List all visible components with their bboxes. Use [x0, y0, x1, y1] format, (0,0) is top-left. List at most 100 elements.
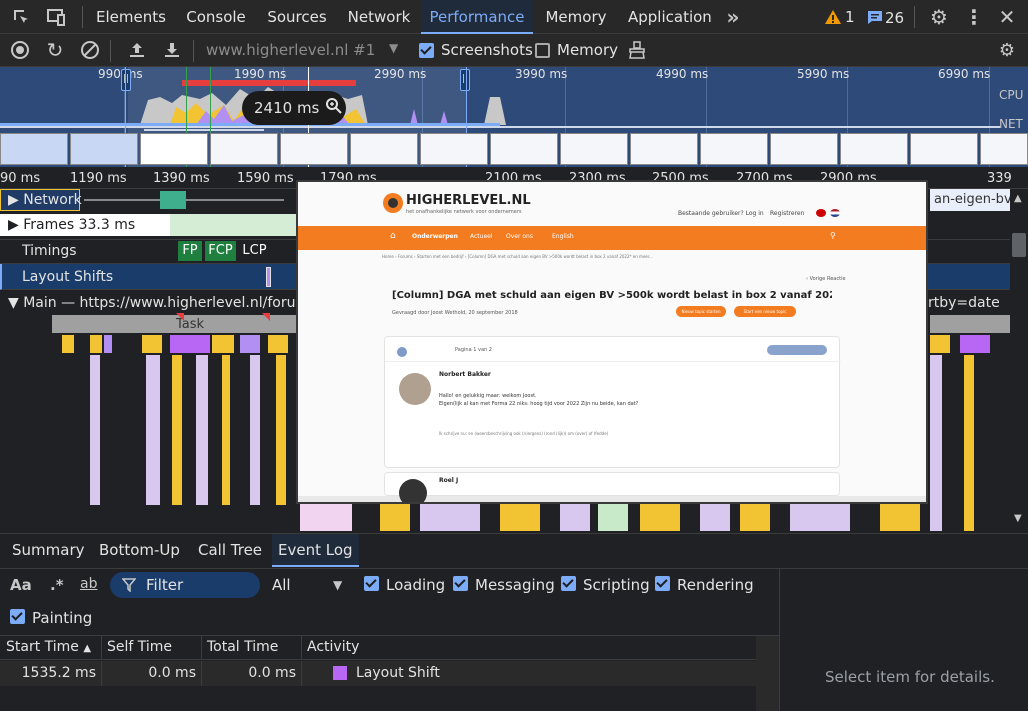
col-activity[interactable]: Activity [307, 639, 359, 655]
scroll-down-icon[interactable]: ▼ [1014, 513, 1022, 524]
settings-gear-icon[interactable]: ⚙ [928, 5, 950, 29]
chevron-down-icon[interactable]: ▼ [389, 41, 398, 55]
reload-icon[interactable]: ↻ [44, 38, 66, 62]
category-select-chevron-icon[interactable]: ▼ [333, 578, 342, 592]
tab-performance[interactable]: Performance [421, 0, 533, 34]
nav-over-ons[interactable]: Over ons [506, 233, 533, 240]
clear-icon[interactable] [79, 39, 101, 61]
tab-console[interactable]: Console [184, 0, 248, 34]
flag-uk-icon[interactable] [816, 209, 826, 217]
login-link[interactable]: Bestaande gebruiker? Log in [678, 210, 764, 217]
layout-shift-marker[interactable] [266, 267, 271, 287]
loading-checkbox[interactable] [364, 576, 379, 591]
messaging-checkbox[interactable] [453, 576, 468, 591]
nav-onderwerpen[interactable]: Onderwerpen [412, 233, 458, 240]
divider [193, 40, 194, 62]
tab-sources[interactable]: Sources [266, 0, 328, 34]
scroll-thumb[interactable] [1012, 233, 1026, 257]
download-icon[interactable] [161, 39, 183, 61]
selection-right-handle[interactable]: || [460, 69, 470, 91]
recording-select[interactable]: www.higherlevel.nl #1 [206, 41, 375, 59]
loading-label: Loading [386, 576, 446, 594]
post-card: Pagina 1 van 2 Norbert Bakker Hallo! en … [384, 336, 841, 468]
lcp-marker[interactable]: LCP [239, 241, 270, 261]
tab-bottom-up[interactable]: Bottom-Up [99, 534, 180, 567]
row-total-time: 0.0 ms [248, 665, 296, 681]
main-thread-url: Main — https://www.higherlevel.nl/forums… [23, 295, 336, 311]
hover-time: 2410 ms [254, 99, 320, 117]
whole-word-icon[interactable]: ab [80, 576, 97, 592]
tab-memory[interactable]: Memory [545, 0, 607, 34]
selection-left-handle[interactable]: || [121, 69, 131, 91]
tab-call-tree[interactable]: Call Tree [198, 534, 262, 567]
record-icon[interactable] [9, 39, 31, 61]
category-select[interactable]: All [272, 576, 291, 594]
divider [82, 6, 83, 28]
sort-ascending-icon: ▲ [83, 643, 92, 654]
table-scrollbar[interactable] [756, 636, 779, 711]
tab-summary[interactable]: Summary [12, 534, 85, 567]
back-link[interactable]: ‹ Vorige Reactie [806, 276, 846, 282]
capture-settings-gear-icon[interactable]: ⚙ [996, 39, 1018, 61]
tab-elements[interactable]: Elements [96, 0, 166, 34]
zoom-in-icon[interactable] [325, 97, 343, 119]
divider [110, 40, 111, 62]
cpu-activity-chart [0, 80, 1000, 131]
more-tabs-button[interactable]: » [722, 0, 744, 34]
col-start-time-label: Start Time [6, 639, 79, 655]
post-avatar [399, 373, 431, 405]
site-search-icon[interactable]: ⚲ [830, 231, 836, 240]
scroll-up-icon[interactable]: ▲ [1014, 193, 1022, 204]
tab-application[interactable]: Application [628, 0, 712, 34]
inspect-element-icon[interactable] [10, 7, 32, 27]
layout-shifts-track-label: Layout Shifts [22, 269, 114, 285]
filter-input[interactable]: Filter [110, 572, 260, 598]
painting-checkbox[interactable] [10, 609, 25, 624]
ruler-tick: 1590 ms [237, 171, 294, 186]
rendering-checkbox[interactable] [655, 576, 670, 591]
garbage-collect-icon[interactable] [626, 39, 648, 61]
flame-scrollbar[interactable]: ▲ ▼ [1010, 189, 1028, 529]
filter-icon [122, 578, 136, 592]
screenshots-checkbox[interactable] [419, 43, 434, 58]
regex-icon[interactable]: .* [50, 576, 64, 594]
start-topic-button[interactable]: Start een nieuw topic [734, 306, 796, 317]
post-author: Norbert Bakker [439, 371, 491, 378]
tab-network[interactable]: Network [347, 0, 411, 34]
fcp-marker[interactable]: FCP [205, 241, 236, 261]
new-topic-button[interactable]: Nieuw topic starten [676, 306, 726, 317]
tab-event-log[interactable]: Event Log [272, 534, 359, 567]
scripting-checkbox[interactable] [561, 576, 576, 591]
close-icon[interactable]: ✕ [996, 5, 1018, 29]
flag-nl-icon[interactable] [830, 209, 840, 217]
table-row[interactable]: 1535.2 ms 0.0 ms 0.0 ms Layout Shift [0, 661, 756, 686]
painting-label: Painting [32, 609, 93, 627]
network-request-bar[interactable]: an-eigen-bv- [930, 189, 1010, 211]
site-name: HIGHERLEVEL.NL [406, 193, 531, 208]
event-log-header: Start Time ▲ Self Time Total Time Activi… [0, 636, 756, 660]
post-text-2: Elgen(lijk al kan met Forma 22 niks: hoo… [439, 401, 639, 407]
messaging-label: Messaging [475, 576, 555, 594]
more-options-icon[interactable]: ⋮ [963, 5, 985, 29]
match-case-icon[interactable]: Aa [10, 576, 32, 594]
col-start-time[interactable]: Start Time ▲ [6, 639, 91, 655]
post-text-3: Ik schrijve nu: en (weersbeschrijving oo… [439, 431, 609, 436]
register-link[interactable]: Registreren [770, 210, 804, 217]
ruler-tick: 339 [987, 171, 1012, 186]
messages-icon[interactable] [867, 10, 883, 25]
memory-checkbox[interactable] [535, 43, 550, 58]
col-self-time[interactable]: Self Time [107, 639, 172, 655]
home-icon[interactable]: ⌂ [390, 231, 396, 241]
cpu-label: CPU [999, 88, 1024, 102]
filter-placeholder: Filter [146, 576, 184, 594]
site-logo-icon [382, 192, 404, 214]
nav-english[interactable]: English [552, 233, 574, 240]
col-total-time[interactable]: Total Time [207, 639, 278, 655]
upload-icon[interactable] [126, 39, 148, 61]
warning-icon[interactable] [824, 9, 842, 25]
fp-marker[interactable]: FP [178, 241, 202, 261]
pager[interactable]: Pagina 1 van 2 [455, 347, 492, 353]
device-toolbar-icon[interactable] [45, 7, 67, 27]
nav-actueel[interactable]: Actueel [470, 233, 493, 240]
timeline-overview[interactable]: 990 ms 1990 ms 2990 ms 3990 ms 4990 ms 5… [0, 67, 1028, 167]
